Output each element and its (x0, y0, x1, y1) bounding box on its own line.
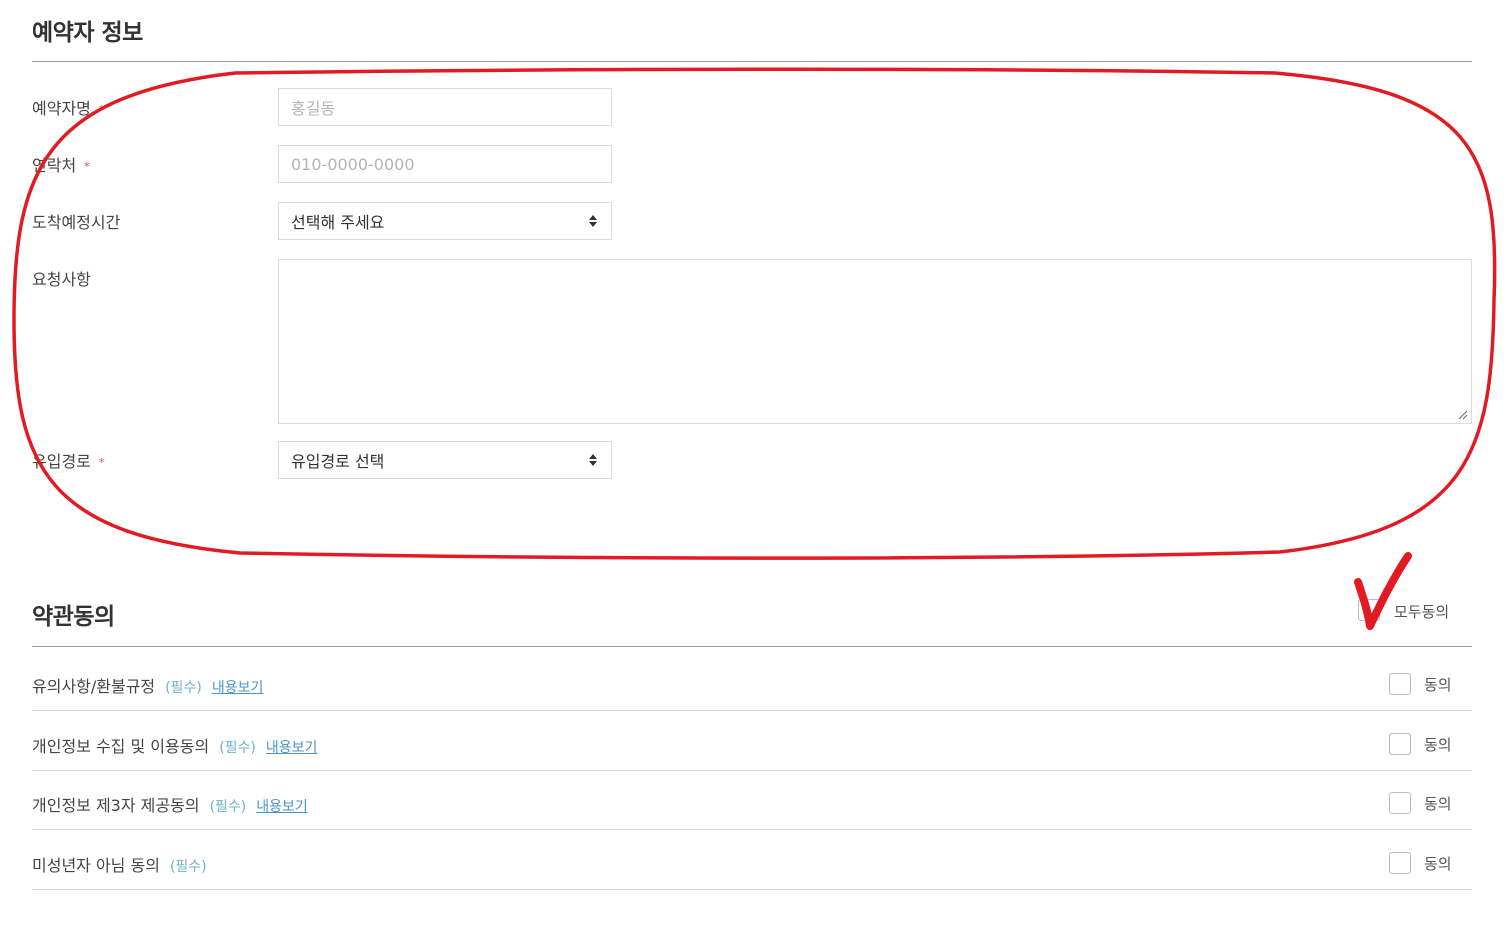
request-textarea[interactable] (278, 259, 1472, 424)
required-tag: (필수) (169, 859, 207, 875)
required-tag: (필수) (165, 680, 202, 696)
view-content-link[interactable]: 내용보기 (212, 680, 264, 696)
required-mark: * (84, 160, 90, 173)
resize-grip-icon[interactable] (1458, 410, 1468, 420)
required-mark: * (98, 103, 105, 116)
view-content-link[interactable]: 내용보기 (256, 799, 308, 815)
required-tag: (필수) (219, 740, 256, 756)
terms-item-label: 개인정보 제3자 제공동의 (32, 796, 200, 815)
booking-form: 예약자 정보 예약자명 * 홍길동 연락처 * 010-0000-0000 도착예정… (32, 0, 1472, 930)
section-divider (32, 646, 1472, 647)
phone-input[interactable]: 010-0000-0000 (278, 145, 612, 183)
phone-label: 연락처 * (32, 152, 90, 176)
arrival-time-label: 도착예정시간 (32, 213, 121, 232)
terms-item: 개인정보 제3자 제공동의 (필수) 내용보기 (32, 792, 308, 816)
name-placeholder: 홍길동 (291, 99, 336, 118)
agree-all-label[interactable]: 모두동의 (1394, 601, 1449, 622)
route-label: 유입경로 * (32, 448, 104, 472)
terms-section-title: 약관동의 (32, 604, 115, 630)
agree-checkbox[interactable] (1389, 673, 1411, 695)
agree-label[interactable]: 동의 (1424, 734, 1452, 755)
name-label: 예약자명 * (32, 95, 104, 119)
arrival-time-value: 선택해 주세요 (291, 213, 385, 232)
terms-item-label: 미성년자 아님 동의 (32, 856, 160, 875)
view-content-link[interactable]: 내용보기 (266, 740, 318, 756)
name-label-text: 예약자명 (32, 99, 91, 118)
agree-checkbox[interactable] (1389, 792, 1411, 814)
agree-checkbox[interactable] (1389, 852, 1411, 874)
terms-item: 유의사항/환불규정 (필수) 내용보기 (32, 673, 263, 697)
terms-row: 개인정보 수집 및 이용동의 (필수) 내용보기 동의 (32, 711, 1472, 771)
phone-label-text: 연락처 (32, 156, 77, 175)
terms-item: 미성년자 아님 동의 (필수) (32, 852, 207, 876)
terms-item-label: 개인정보 수집 및 이용동의 (32, 737, 210, 756)
select-updown-icon (589, 214, 598, 228)
route-value: 유입경로 선택 (291, 452, 385, 471)
required-tag: (필수) (209, 799, 247, 815)
arrival-time-select[interactable]: 선택해 주세요 (278, 202, 612, 240)
name-input[interactable]: 홍길동 (278, 88, 612, 126)
reservation-section-title: 예약자 정보 (32, 20, 143, 46)
terms-row: 유의사항/환불규정 (필수) 내용보기 동의 (32, 651, 1472, 711)
phone-placeholder: 010-0000-0000 (291, 154, 415, 174)
agree-label[interactable]: 동의 (1424, 853, 1452, 874)
required-mark: * (98, 456, 105, 469)
route-label-text: 유입경로 (32, 452, 91, 471)
agree-label[interactable]: 동의 (1424, 674, 1452, 695)
agree-all-checkbox[interactable] (1358, 599, 1380, 621)
terms-row: 미성년자 아님 동의 (필수) 동의 (32, 830, 1472, 890)
agree-checkbox[interactable] (1389, 733, 1411, 755)
terms-item-label: 유의사항/환불규정 (32, 677, 156, 696)
select-updown-icon (589, 453, 598, 467)
terms-row: 개인정보 제3자 제공동의 (필수) 내용보기 동의 (32, 770, 1472, 830)
agree-label[interactable]: 동의 (1424, 793, 1452, 814)
section-divider (32, 61, 1472, 62)
terms-item: 개인정보 수집 및 이용동의 (필수) 내용보기 (32, 733, 317, 757)
route-select[interactable]: 유입경로 선택 (278, 441, 612, 479)
request-label: 요청사항 (32, 270, 91, 289)
